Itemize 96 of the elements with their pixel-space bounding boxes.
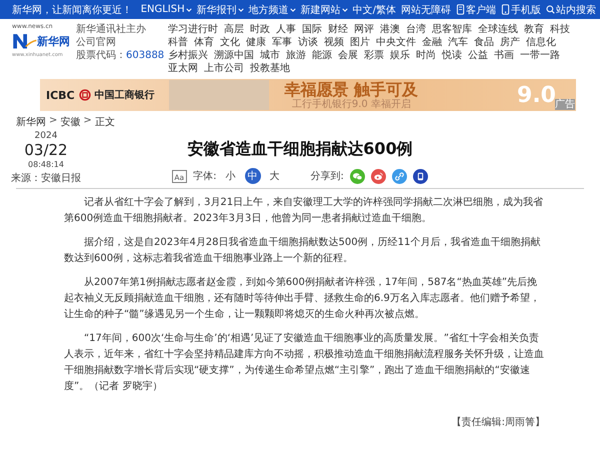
share-label: 分享到:: [310, 170, 344, 183]
article-paragraph: 从2007年第1例捐献志愿者赵金霞，到如今第600例捐献者许梓强，17年间，587名“热血英雄”先后挽起衣袖义无反顾捐献造血干细胞，还有随时等待伸出手臂、拯救生命的6.9万名入库志愿者。他们赠予希望，让生命的种子“髓”缘遇见另一个生命，让一颗颗即将熄灭的生命火种再次被点燃。: [64, 276, 541, 322]
phone-icon: [456, 4, 465, 15]
channel-link[interactable]: 高层: [224, 23, 244, 36]
channel-link[interactable]: 公益: [468, 49, 488, 62]
channel-link[interactable]: 台湾: [406, 23, 426, 36]
breadcrumb-separator: >: [49, 115, 58, 128]
stock-code: 股票代码：603888: [76, 49, 162, 62]
bank-logo-icon: [78, 89, 91, 101]
channel-link[interactable]: 中央文件: [376, 36, 416, 49]
channel-link[interactable]: 时政: [250, 23, 270, 36]
ad-subline: 工行手机银行9.0 幸福开启: [292, 98, 411, 110]
top-nav-link[interactable]: 新建网站: [300, 2, 348, 16]
channel-link[interactable]: 亚太网: [168, 62, 198, 75]
top-app-link[interactable]: 客户端: [456, 2, 496, 16]
top-app-link[interactable]: 手机版: [501, 2, 541, 16]
channel-link[interactable]: 娱乐: [390, 49, 410, 62]
font-size-button[interactable]: 中: [244, 168, 260, 184]
link-share-icon[interactable]: [392, 168, 407, 184]
channel-link[interactable]: 科技: [550, 23, 570, 36]
channel-link[interactable]: 房产: [500, 36, 520, 49]
caret-icon: [238, 8, 244, 12]
wechat-share-icon[interactable]: [350, 168, 365, 184]
font-size-button[interactable]: 小: [222, 168, 238, 184]
channel-link[interactable]: 全球连线: [478, 23, 518, 36]
channel-link[interactable]: 健康: [246, 36, 266, 49]
channel-link[interactable]: 能源: [312, 49, 332, 62]
time-text: 08:48:14: [28, 159, 64, 171]
channel-link[interactable]: 悦读: [442, 49, 462, 62]
channel-link[interactable]: 金融: [422, 36, 442, 49]
breadcrumb-link[interactable]: 新华网: [16, 115, 46, 129]
bank-name: 中国工商银行: [94, 88, 155, 102]
channel-link[interactable]: 人事: [276, 23, 296, 36]
year-text: 2024: [34, 131, 58, 141]
org-text: 公司官网: [76, 36, 117, 49]
date-text: 03/22: [24, 141, 68, 159]
channel-link[interactable]: 港澳: [380, 23, 400, 36]
channel-link[interactable]: 图片: [350, 36, 370, 49]
mobile-phone-icon: [501, 4, 510, 15]
channel-link[interactable]: 学习进行时: [168, 23, 218, 36]
top-app-link[interactable]: 站内搜索: [546, 2, 596, 16]
channel-link[interactable]: 访谈: [298, 36, 318, 49]
ad-tag: 广告: [555, 99, 575, 110]
article-paragraph: 记者从省红十字会了解到，3月21日上午，来自安徽理工大学的许梓强同学捐献二次淋巴细胞，成为我省第600例造血干细胞捐献者。2023年3月3日，他曾为同一患者捐献过造血干细胞。: [64, 196, 544, 226]
channel-link[interactable]: 投教基地: [250, 62, 290, 75]
font-size-button[interactable]: 大: [266, 168, 282, 184]
phone-share-icon[interactable]: [412, 168, 428, 184]
channel-link[interactable]: 上市公司: [204, 62, 244, 75]
ad-headline: 幸福愿景 触手可及: [284, 80, 418, 98]
channel-link[interactable]: 溯源中国: [214, 49, 254, 62]
top-nav-link[interactable]: ENGLISH: [140, 4, 192, 15]
font-size-label: 字体:: [193, 170, 216, 183]
weibo-share-icon[interactable]: [370, 168, 386, 184]
top-nav-link[interactable]: 网站无障碍: [401, 2, 451, 16]
channel-link[interactable]: 军事: [272, 36, 292, 49]
top-nav-link[interactable]: 地方频道: [248, 2, 296, 16]
article-paragraph: “17年间，600次‘生命与生命’的‘相遇’见证了安徽造血干细胞事业的高质量发展。”省红十字会相关负责人表示，近年来，省红十字会坚持精品建库方向不动摇，积极推动造血干细胞捐献流程服务关怀升级，让造血干细胞捐献数字增长背后实现“硬支撑”，为传递生命希望点燃“主引擎”，跑出了造血干细胞捐献的“安徽速度”。（记者 罗晓宇）: [64, 332, 545, 394]
bank-brand: ICBC: [46, 88, 75, 102]
caret-icon: [290, 8, 296, 12]
org-text: 新华通讯社主办: [76, 23, 147, 36]
breadcrumb-link[interactable]: 正文: [94, 115, 115, 129]
channel-link[interactable]: 书画: [494, 49, 514, 62]
channel-link[interactable]: 视频: [324, 36, 344, 49]
channel-link[interactable]: 科普: [168, 36, 188, 49]
breadcrumb-separator: >: [83, 115, 92, 128]
channel-link[interactable]: 乡村振兴: [168, 49, 208, 62]
channel-link[interactable]: 思客智库: [432, 23, 472, 36]
channel-link[interactable]: 旅游: [286, 49, 306, 62]
channel-link[interactable]: 汽车: [448, 36, 468, 49]
channel-link[interactable]: 彩票: [364, 49, 384, 62]
channel-link[interactable]: 网评: [354, 23, 374, 36]
ad-version: 9.0: [517, 82, 556, 108]
logo-name: 新华网: [37, 34, 70, 48]
article-paragraph: 据介绍，这是自2023年4月28日我省造血干细胞捐献数达500例，历经11个月后，我省造血干细胞捐献数达到600例，这标志着我省造血干细胞事业路上一个新的征程。: [64, 236, 542, 266]
font-size-icon: Aa: [172, 170, 188, 182]
editor-credit: 【责任编辑:周雨箐】: [452, 416, 545, 429]
top-nav-link[interactable]: 中文/繁体: [352, 2, 396, 16]
channel-link[interactable]: 信息化: [526, 36, 556, 49]
channel-link[interactable]: 教育: [524, 23, 544, 36]
channel-link[interactable]: 体育: [194, 36, 214, 49]
channel-link[interactable]: 城市: [260, 49, 280, 62]
channel-link[interactable]: 会展: [338, 49, 358, 62]
channel-link[interactable]: 一带一路: [520, 49, 560, 62]
channel-link[interactable]: 文化: [220, 36, 240, 49]
slogan: 新华网，让新闻离你更近！: [12, 4, 132, 16]
source-text: 来源：安徽日报: [11, 172, 81, 185]
top-nav-link[interactable]: 新华报刊: [196, 2, 244, 16]
article-title: 安徽省造血干细胞捐献达600例: [187, 139, 413, 160]
channel-link[interactable]: 国际: [302, 23, 322, 36]
caret-icon: [342, 8, 348, 12]
channel-link[interactable]: 食品: [474, 36, 494, 49]
caret-icon: [186, 8, 192, 12]
search-icon: [546, 4, 555, 15]
breadcrumb-link[interactable]: 安徽: [60, 115, 80, 129]
channel-link[interactable]: 财经: [328, 23, 348, 36]
channel-link[interactable]: 时尚: [416, 49, 436, 62]
